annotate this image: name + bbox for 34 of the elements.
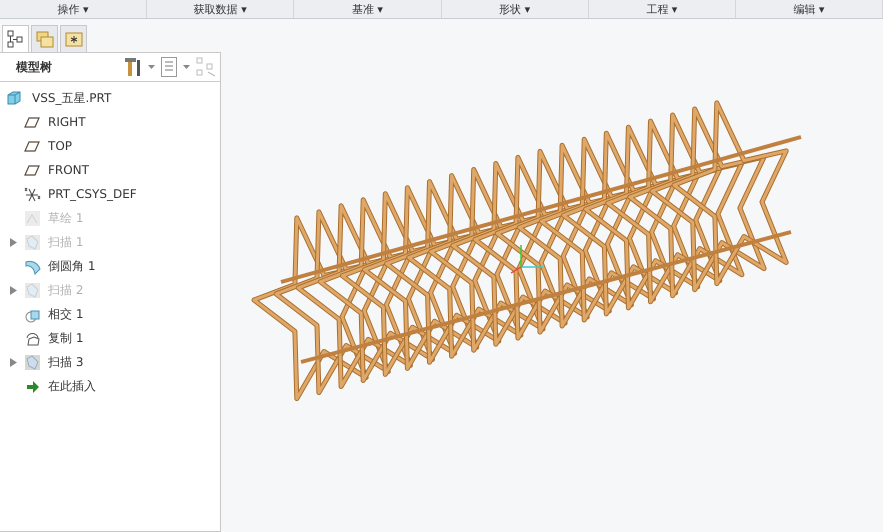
coordinate-system-icon <box>24 186 41 202</box>
sweep-icon <box>24 234 41 250</box>
tree-item[interactable]: 相交 1 <box>44 306 84 322</box>
sketch-icon <box>24 210 41 226</box>
tree-item[interactable]: TOP <box>44 139 72 153</box>
folders-icon <box>34 29 54 49</box>
tree-item[interactable]: 倒圆角 1 <box>44 258 96 274</box>
menu-button[interactable]: 形状 ▾ <box>442 0 589 18</box>
tree-item[interactable]: VSS_五星.PRT <box>28 90 112 106</box>
menu-button[interactable]: 获取数据 ▾ <box>147 0 294 18</box>
caret-icon[interactable] <box>148 65 155 69</box>
menu-button[interactable]: 操作 ▾ <box>0 0 148 18</box>
menu-button[interactable]: 工程 ▾ <box>588 0 736 18</box>
list-icon[interactable] <box>161 57 177 77</box>
expand-arrow-icon[interactable] <box>10 358 17 366</box>
hidden-tree-icon[interactable] <box>196 57 216 77</box>
panel-tab[interactable] <box>60 25 87 52</box>
hammer-icon[interactable] <box>124 57 142 77</box>
axis-triad-icon <box>510 245 543 274</box>
tree-item[interactable]: 扫描 3 <box>44 354 84 370</box>
tree-icon <box>6 29 26 49</box>
menu-button[interactable]: 基准 ▾ <box>294 0 442 18</box>
menu-button[interactable]: 编辑 ▾ <box>736 0 883 18</box>
panel-title: 模型树 <box>16 58 52 76</box>
cube-icon <box>6 90 23 106</box>
tree-item[interactable]: PRT_CSYS_DEF <box>44 187 137 201</box>
sweep-icon <box>24 354 41 370</box>
caret-icon[interactable] <box>183 65 190 69</box>
sweep-icon <box>24 282 41 298</box>
tree-item[interactable]: 复制 1 <box>44 330 84 346</box>
tree-item[interactable]: FRONT <box>44 163 89 177</box>
tree-item[interactable]: 在此插入 <box>44 378 96 394</box>
panel-tab[interactable] <box>2 25 29 52</box>
tree-item[interactable]: RIGHT <box>44 115 86 129</box>
